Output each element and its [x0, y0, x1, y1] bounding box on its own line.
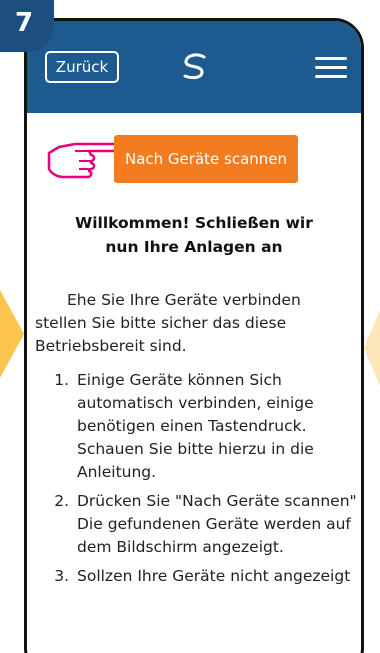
pointing-hand-icon — [47, 142, 124, 179]
back-button[interactable]: Zurück — [45, 51, 119, 83]
step-text: Drücken Sie "Nach Geräte scannen" Die ge… — [77, 492, 357, 556]
intro-line-1: Ehe Sie Ihre Geräte verbinden — [67, 291, 301, 309]
app-header: Zurück — [27, 21, 361, 113]
list-item: 3. Sollzen Ihre Geräte nicht angezeigt — [35, 565, 357, 588]
phone-frame: Zurück Nach Geräte scannen Willkommen! S… — [24, 18, 364, 653]
intro-paragraph: Ehe Sie Ihre Geräte verbinden stellen Si… — [35, 289, 353, 358]
hamburger-menu-icon[interactable] — [315, 57, 347, 79]
scan-devices-button[interactable]: Nach Geräte scannen — [114, 135, 298, 183]
welcome-line-1: Willkommen! Schließen wir — [75, 214, 313, 232]
step-number: 2. — [54, 492, 69, 510]
step-text: Sollzen Ihre Geräte nicht angezeigt — [77, 567, 351, 585]
intro-line-3: Betriebsbereit sind. — [35, 337, 187, 355]
step-number: 3. — [54, 567, 69, 585]
right-carousel-arrow — [364, 310, 380, 386]
left-carousel-arrow — [0, 290, 24, 378]
list-item: 1. Einige Geräte können Sich automatisch… — [35, 369, 357, 484]
step-text: Einige Geräte können Sich automatisch ve… — [77, 371, 314, 481]
intro-line-2: stellen Sie bitte sicher das diese — [35, 314, 287, 332]
step-number: 1. — [54, 371, 69, 389]
swirl-logo-icon — [183, 53, 206, 80]
steps-list: 1. Einige Geräte können Sich automatisch… — [35, 369, 357, 594]
welcome-heading: Willkommen! Schließen wir nun Ihre Anlag… — [47, 211, 341, 259]
list-item: 2. Drücken Sie "Nach Geräte scannen" Die… — [35, 490, 357, 559]
welcome-line-2: nun Ihre Anlagen an — [105, 238, 283, 256]
step-badge: 7 — [0, 0, 54, 52]
